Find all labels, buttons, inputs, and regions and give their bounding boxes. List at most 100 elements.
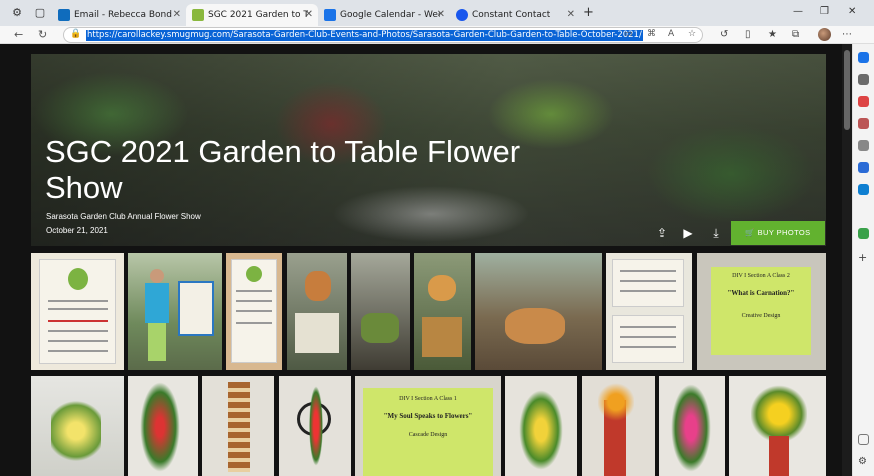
person-head-image <box>150 269 164 283</box>
gallery-thumbnail[interactable] <box>582 376 655 476</box>
gallery-thumbnail[interactable] <box>659 376 725 476</box>
flower-arrangement-image <box>309 386 323 466</box>
smugmug-icon <box>192 9 204 21</box>
gallery-thumbnail[interactable] <box>414 253 471 370</box>
more-icon[interactable]: ⋯ <box>842 29 852 40</box>
tab-smugmug[interactable]: SGC 2021 Garden to Table Flowe ✕ <box>186 4 318 26</box>
collections-icon[interactable]: ⧉ <box>792 29 799 40</box>
tab-constant-contact[interactable]: Constant Contact ✕ <box>450 4 580 26</box>
outlook-icon <box>58 9 70 21</box>
page-scrollbar[interactable] <box>842 44 852 476</box>
tree-logo-icon <box>246 266 262 282</box>
flower-arrangement-image <box>51 396 101 466</box>
gallery-thumbnail[interactable]: DIV I Section A Class 2 "What is Carnati… <box>697 253 826 370</box>
page-title: SGC 2021 Garden to Table Flower Show <box>45 134 521 205</box>
smugmug-page: SGC 2021 Garden to Table Flower Show Sar… <box>0 44 852 476</box>
class-sign: DIV I Section A Class 1 "My Soul Speaks … <box>363 388 493 476</box>
flyer-image <box>39 259 116 364</box>
gallery-hero: SGC 2021 Garden to Table Flower Show Sar… <box>31 54 826 246</box>
sidebar-office-icon[interactable] <box>858 162 869 173</box>
new-tab-icon[interactable]: + <box>583 5 594 20</box>
favorites-icon[interactable]: ★ <box>768 29 777 40</box>
browser-tab-bar: ⚙ ▢ Email - Rebecca Bond - Outlook ✕ SGC… <box>0 0 874 26</box>
scrollbar-thumb[interactable] <box>844 50 850 130</box>
lock-icon[interactable]: 🔒 <box>70 29 81 39</box>
gallery-thumbnail[interactable] <box>287 253 347 370</box>
favorite-star-icon[interactable]: ☆ <box>688 29 696 39</box>
share-icon[interactable]: ⇪ <box>651 222 673 244</box>
sidebar-games-icon[interactable] <box>858 140 869 151</box>
vase-image <box>769 436 789 476</box>
person-shirt-image <box>145 283 169 323</box>
close-icon[interactable]: ✕ <box>567 4 575 26</box>
tree-logo-icon <box>68 268 88 290</box>
download-icon[interactable]: ⤓ <box>705 222 727 244</box>
refresh-icon[interactable]: ↻ <box>38 28 47 41</box>
poster-image <box>178 281 214 336</box>
gallery-thumbnail[interactable] <box>202 376 274 476</box>
close-icon[interactable]: ✕ <box>173 4 181 26</box>
buy-photos-button[interactable]: 🛒 BUY PHOTOS <box>731 221 825 245</box>
app-available-icon[interactable]: ▭ <box>624 29 633 39</box>
back-icon[interactable]: ← <box>14 28 23 41</box>
basket-image <box>422 317 462 357</box>
read-aloud-icon[interactable]: A <box>668 29 674 39</box>
flower-arrangement-image <box>140 382 180 472</box>
sidebar-layout-icon[interactable] <box>858 434 869 445</box>
settings-gear-icon[interactable]: ⚙ <box>858 456 869 467</box>
sidebar-shopping-icon[interactable] <box>858 96 869 107</box>
gallery-thumbnail[interactable] <box>31 376 124 476</box>
display-table-image <box>295 313 339 353</box>
gallery-thumbnail[interactable] <box>128 253 222 370</box>
tab-actions-icon[interactable]: ▢ <box>33 6 47 20</box>
gallery-thumbnail[interactable]: DIV I Section A Class 1 "My Soul Speaks … <box>355 376 501 476</box>
flyer-image <box>231 259 277 363</box>
close-icon[interactable]: ✕ <box>437 4 445 26</box>
flower-arrangement-image <box>751 384 807 444</box>
flower-arrangement-image <box>519 390 563 470</box>
calendar-icon <box>324 9 336 21</box>
gallery-thumbnail[interactable] <box>729 376 826 476</box>
scarecrow-image <box>305 271 331 301</box>
gallery-subtitle: Sarasota Garden Club Annual Flower Show <box>46 212 201 221</box>
sidebar-green-app-icon[interactable] <box>858 228 869 239</box>
entry-card-image <box>612 315 684 363</box>
edge-sidebar: + ⚙ <box>852 44 874 476</box>
sidebar-search-icon[interactable] <box>858 52 869 63</box>
class-sign: DIV I Section A Class 2 "What is Carnati… <box>711 267 811 355</box>
avatar[interactable] <box>818 28 831 41</box>
sidebar-tools-icon[interactable] <box>858 118 869 129</box>
tab-outlook[interactable]: Email - Rebecca Bond - Outlook ✕ <box>52 4 186 26</box>
window-close-icon[interactable]: ✕ <box>848 6 856 17</box>
url-text[interactable]: https://carollackey.smugmug.com/Sarasota… <box>86 30 643 41</box>
entry-card-image <box>612 259 684 307</box>
gallery-thumbnail[interactable] <box>226 253 282 370</box>
gallery-thumbnail[interactable] <box>31 253 124 370</box>
slideshow-play-icon[interactable]: ▶ <box>677 222 699 244</box>
sidebar-discover-icon[interactable] <box>858 74 869 85</box>
minimize-icon[interactable]: — <box>793 6 803 17</box>
cart-icon: 🛒 <box>745 228 758 237</box>
scarecrow-image <box>428 275 456 301</box>
sidebar-outlook-icon[interactable] <box>858 184 869 195</box>
gallery-thumbnail[interactable] <box>351 253 410 370</box>
person-pants-image <box>148 323 166 361</box>
address-bar-row: ← ↻ 🔒 https://carollackey.smugmug.com/Sa… <box>0 26 874 44</box>
sidebar-add-icon[interactable]: + <box>858 252 869 263</box>
gallery-thumbnail[interactable] <box>475 253 602 370</box>
url-field[interactable]: 🔒 https://carollackey.smugmug.com/Saraso… <box>63 27 703 43</box>
profile-icon[interactable]: ⚙ <box>10 6 24 20</box>
tab-calendar[interactable]: Google Calendar - Week of 25 Se ✕ <box>318 4 450 26</box>
split-screen-icon[interactable]: ▯ <box>745 29 751 40</box>
gallery-date: October 21, 2021 <box>46 226 108 235</box>
refresh-sync-icon[interactable]: ↺ <box>720 29 728 40</box>
gallery-thumbnail[interactable] <box>128 376 198 476</box>
flower-arrangement-image <box>598 382 634 422</box>
gallery-thumbnail[interactable] <box>505 376 577 476</box>
grid-icon[interactable]: ⌘ <box>647 29 656 39</box>
restore-icon[interactable]: ❐ <box>820 6 829 17</box>
gallery-thumbnail[interactable] <box>606 253 692 370</box>
gallery-thumbnail[interactable] <box>279 376 351 476</box>
constant-contact-icon <box>456 9 468 21</box>
close-icon[interactable]: ✕ <box>305 4 313 26</box>
